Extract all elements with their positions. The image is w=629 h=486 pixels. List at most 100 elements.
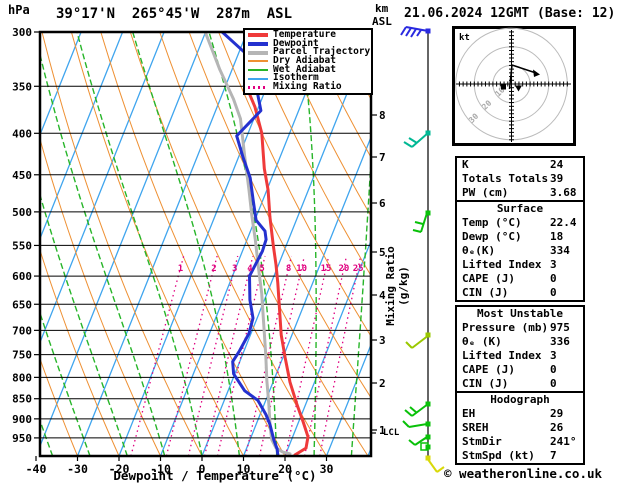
svg-text:25: 25 xyxy=(353,264,364,274)
asl-axis-unit-label: ASL xyxy=(372,15,392,28)
row-label: CAPE (J) xyxy=(462,363,515,376)
wind-barb xyxy=(425,455,445,473)
svg-text:2: 2 xyxy=(211,264,216,274)
svg-text:8: 8 xyxy=(379,109,386,122)
legend-label: Mixing Ratio xyxy=(273,81,342,93)
table-row: Totals Totals 39 xyxy=(457,172,583,186)
row-value: 0 xyxy=(550,286,557,299)
row-value: 975 xyxy=(550,321,570,334)
table-row: Dewp (°C) 18 xyxy=(457,230,583,244)
svg-text:15: 15 xyxy=(321,264,332,274)
table-row: Lifted Index 3 xyxy=(457,349,583,363)
svg-text:550: 550 xyxy=(12,239,32,252)
svg-text:6: 6 xyxy=(379,197,386,210)
row-label: CIN (J) xyxy=(462,377,509,390)
svg-text:4: 4 xyxy=(247,264,253,274)
row-label: Dewp (°C) xyxy=(462,230,522,243)
row-label: CIN (J) xyxy=(462,286,509,299)
km-axis-unit-label: km xyxy=(375,2,389,15)
svg-text:1: 1 xyxy=(178,264,183,274)
hodograph-square-marker xyxy=(501,84,506,90)
legend-swatch-thin xyxy=(248,60,268,63)
row-value: 0 xyxy=(550,272,557,285)
legend-swatch-thin xyxy=(248,69,268,72)
legend-swatch-thick xyxy=(248,42,268,47)
row-label: SREH xyxy=(462,421,489,434)
row-label: K xyxy=(462,158,469,171)
mixing-ratio-axis-label: Mixing Ratio (g/kg) xyxy=(384,246,410,326)
svg-text:3: 3 xyxy=(232,264,237,274)
table-row: Temp (°C) 22.4 xyxy=(457,216,583,230)
legend-swatch-thick xyxy=(248,50,268,55)
wind-barb xyxy=(405,332,431,349)
svg-text:700: 700 xyxy=(12,324,32,337)
run-date-label: 21.06.2024 12GMT (Base: 12) xyxy=(404,6,616,21)
row-value: 3.68 xyxy=(550,186,577,199)
row-value: 7 xyxy=(550,449,557,462)
wind-barb xyxy=(403,130,431,148)
row-value: 241° xyxy=(550,435,577,448)
table-section-header: Most Unstable xyxy=(476,307,564,320)
sounding-page: 1 2 3 4 5 8 10 15 20 25 300 350 400 450 500 550 600 650 70… xyxy=(0,0,629,486)
svg-text:5: 5 xyxy=(259,264,264,274)
pressure-unit-label: hPa xyxy=(8,3,30,17)
table-row: StmSpd (kt) 7 xyxy=(457,449,583,463)
row-value: 29 xyxy=(550,407,564,420)
row-value: 39 xyxy=(550,172,564,185)
table-row: StmDir 241° xyxy=(457,435,583,449)
svg-text:7: 7 xyxy=(379,151,386,164)
wind-barb-column xyxy=(400,26,445,473)
legend-box: Temperature Dewpoint Parcel Trajectory Dry … xyxy=(243,28,373,95)
svg-text:10: 10 xyxy=(296,264,307,274)
row-label: Lifted Index xyxy=(462,349,542,362)
table-row: θₑ(K) 334 xyxy=(457,244,583,258)
table-row: CAPE (J) 0 xyxy=(457,272,583,286)
legend-swatch-thick xyxy=(248,33,268,38)
table-row: CIN (J) 0 xyxy=(457,377,583,391)
row-label: Totals Totals xyxy=(462,172,549,185)
svg-text:20: 20 xyxy=(339,264,350,274)
svg-text:-40: -40 xyxy=(26,462,47,476)
table-row: Pressure (mb) 975 xyxy=(457,321,583,335)
svg-text:350: 350 xyxy=(12,80,32,93)
legend-swatch-thin xyxy=(248,77,268,80)
table-section-header: Hodograph xyxy=(490,393,550,406)
table-row: θₑ (K) 336 xyxy=(457,335,583,349)
legend-swatch-dotted xyxy=(248,85,268,89)
most-unstable-table: Most Unstable Pressure (mb) 975 θₑ (K) 336 Li… xyxy=(455,305,585,393)
table-row: CAPE (J) 0 xyxy=(457,363,583,377)
row-label: EH xyxy=(462,407,476,420)
svg-text:450: 450 xyxy=(12,169,32,182)
row-value: 26 xyxy=(550,421,564,434)
table-row: K 24 xyxy=(457,158,583,172)
svg-text:950: 950 xyxy=(12,432,32,445)
svg-text:650: 650 xyxy=(12,298,32,311)
row-label: PW (cm) xyxy=(462,186,509,199)
table-row: Lifted Index 3 xyxy=(457,258,583,272)
row-label: Lifted Index xyxy=(462,258,542,271)
svg-text:400: 400 xyxy=(12,127,32,140)
page-title: 39°17'N 265°45'W 287m ASL xyxy=(56,6,293,22)
table-row: SREH 26 xyxy=(457,421,583,435)
row-value: 0 xyxy=(550,363,557,376)
hodograph-unit-label: kt xyxy=(459,33,470,43)
row-value: 22.4 xyxy=(550,216,577,229)
row-value: 18 xyxy=(550,230,564,243)
row-value: 24 xyxy=(550,158,564,171)
row-label: θₑ(K) xyxy=(462,244,496,257)
table-row: CIN (J) 0 xyxy=(457,286,583,300)
svg-text:750: 750 xyxy=(12,349,32,362)
row-label: StmSpd (kt) xyxy=(462,449,535,462)
lcl-marker-label: LCL xyxy=(383,428,400,438)
table-row: EH 29 xyxy=(457,407,583,421)
stability-indices-table: K 24 Totals Totals 39 PW (cm) 3.68 xyxy=(455,156,585,202)
surface-table: Surface Temp (°C) 22.4 Dewp (°C) 18 θₑ(K) 334 L… xyxy=(455,200,585,302)
row-value: 0 xyxy=(550,377,557,390)
wind-barb xyxy=(404,401,431,417)
legend-item: Mixing Ratio xyxy=(245,81,371,93)
row-label: Pressure (mb) xyxy=(462,321,549,334)
temperature-axis-title: Dewpoint / Temperature (°C) xyxy=(113,468,317,483)
wind-barb xyxy=(420,442,431,451)
svg-text:800: 800 xyxy=(12,371,32,384)
copyright-label: © weatheronline.co.uk xyxy=(444,466,603,481)
